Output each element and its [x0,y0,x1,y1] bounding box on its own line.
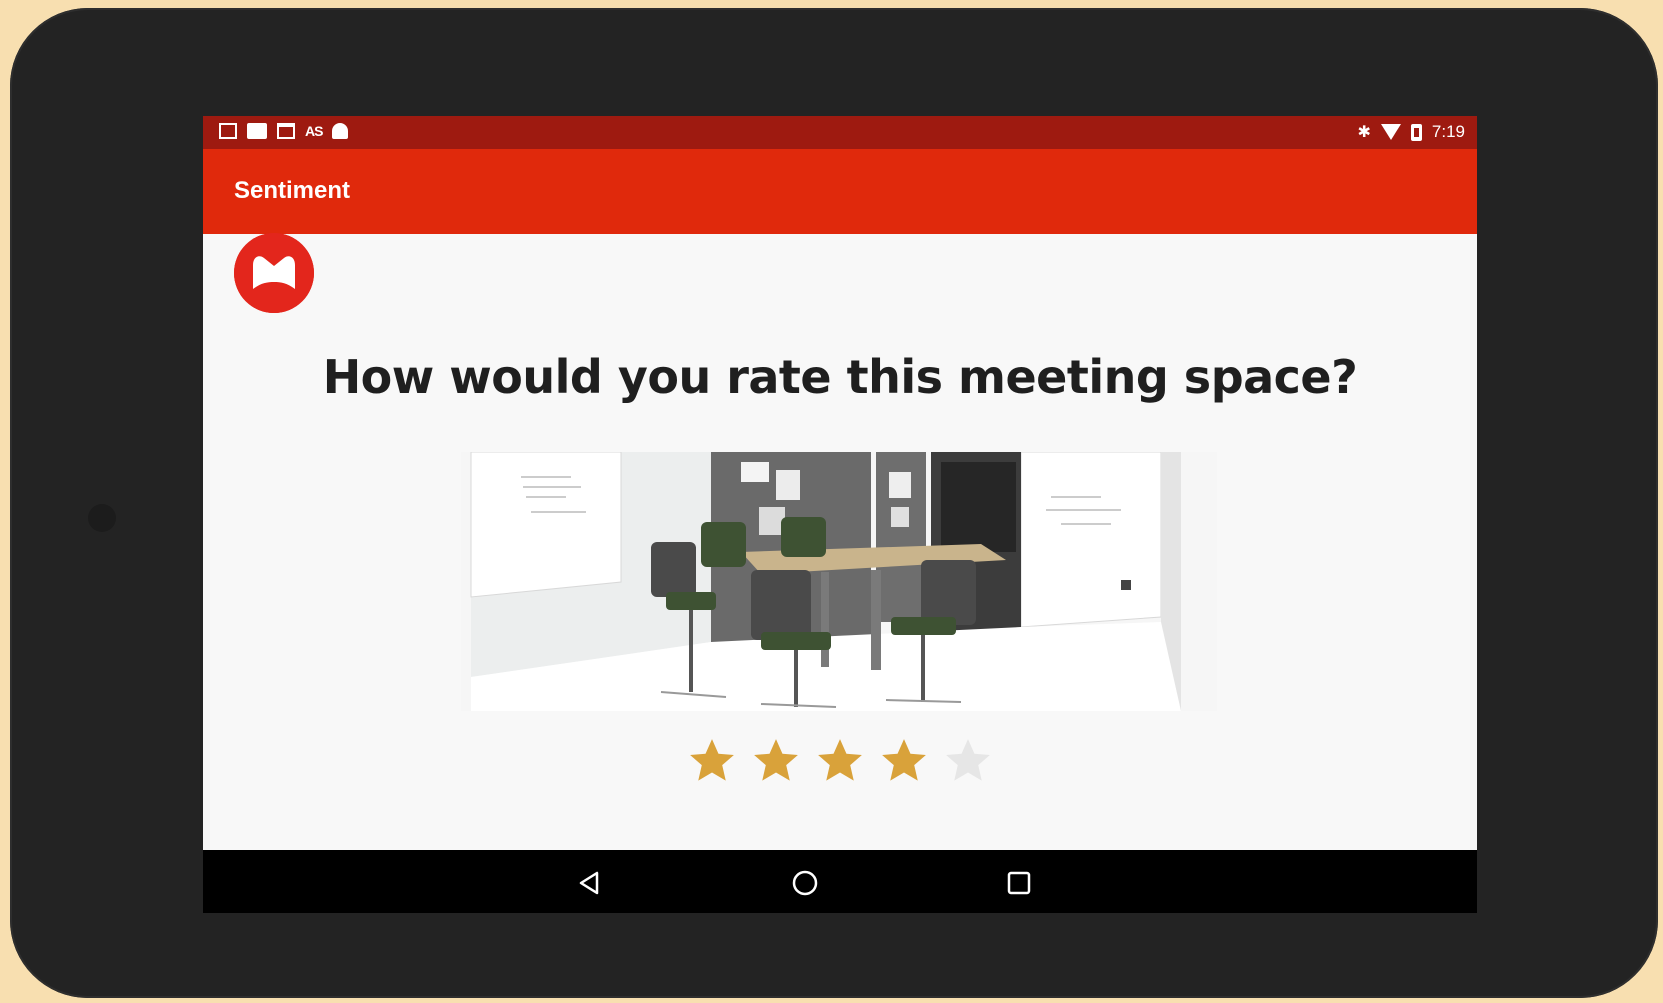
brand-logo [234,233,314,313]
question-heading: How would you rate this meeting space? [322,350,1358,404]
device-screen: AS ✱ 7:19 Sentiment How would you rate t… [203,116,1477,913]
star-2[interactable] [751,736,801,786]
back-icon[interactable] [575,868,605,898]
star-1[interactable] [687,736,737,786]
status-bar: AS ✱ 7:19 [203,116,1477,149]
status-time: 7:19 [1431,122,1465,141]
star-5[interactable] [943,736,993,786]
calendar-icon [277,123,295,139]
star-3[interactable] [815,736,865,786]
image-icon [219,123,237,139]
battery-icon [1410,123,1422,141]
video-icon [247,123,267,139]
home-icon[interactable] [790,868,820,898]
app-title: Sentiment [234,177,351,204]
front-camera [88,504,116,532]
bluetooth-icon: ✱ [1357,124,1371,141]
tablet-frame: AS ✱ 7:19 Sentiment How would you rate t… [10,8,1658,998]
as-icon: AS [305,123,323,139]
app-bar: Sentiment [203,149,1477,234]
star-4[interactable] [879,736,929,786]
star-rating[interactable] [203,736,1477,786]
wifi-icon [1380,124,1401,140]
recents-icon[interactable] [1004,868,1034,898]
android-icon [332,123,349,139]
meeting-room-photo [461,452,1217,711]
navigation-bar [203,850,1477,913]
